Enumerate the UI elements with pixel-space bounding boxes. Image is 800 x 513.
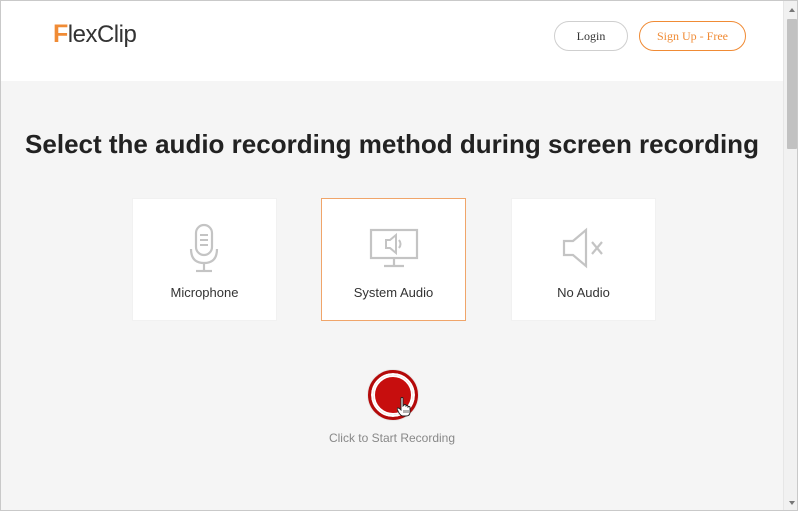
logo-text: lexClip [67, 21, 137, 48]
option-system-audio[interactable]: System Audio [321, 198, 466, 321]
signup-button[interactable]: Sign Up - Free [639, 21, 746, 51]
option-microphone[interactable]: Microphone [132, 198, 277, 321]
site-header: F lexClip Login Sign Up - Free [1, 1, 783, 81]
scrollbar-thumb[interactable] [787, 19, 797, 149]
browser-viewport: F lexClip Login Sign Up - Free Select th… [0, 0, 798, 511]
option-label: No Audio [557, 285, 610, 300]
login-button[interactable]: Login [554, 21, 628, 51]
hand-cursor-icon [397, 397, 411, 417]
scroll-up-arrow-icon[interactable] [787, 5, 797, 15]
option-label: Microphone [170, 285, 239, 300]
logo-letter: F [53, 20, 68, 48]
option-label: System Audio [353, 285, 434, 300]
flexclip-logo[interactable]: F lexClip [53, 20, 137, 49]
option-no-audio[interactable]: No Audio [511, 198, 656, 321]
monitor-speaker-icon [322, 223, 465, 275]
main-content: Select the audio recording method during… [1, 81, 783, 510]
vertical-scrollbar[interactable] [783, 1, 797, 510]
record-caption: Click to Start Recording [328, 431, 456, 445]
page-title: Select the audio recording method during… [25, 129, 759, 159]
microphone-icon [133, 223, 276, 275]
speaker-muted-icon [512, 223, 655, 275]
scroll-down-arrow-icon[interactable] [787, 498, 797, 508]
